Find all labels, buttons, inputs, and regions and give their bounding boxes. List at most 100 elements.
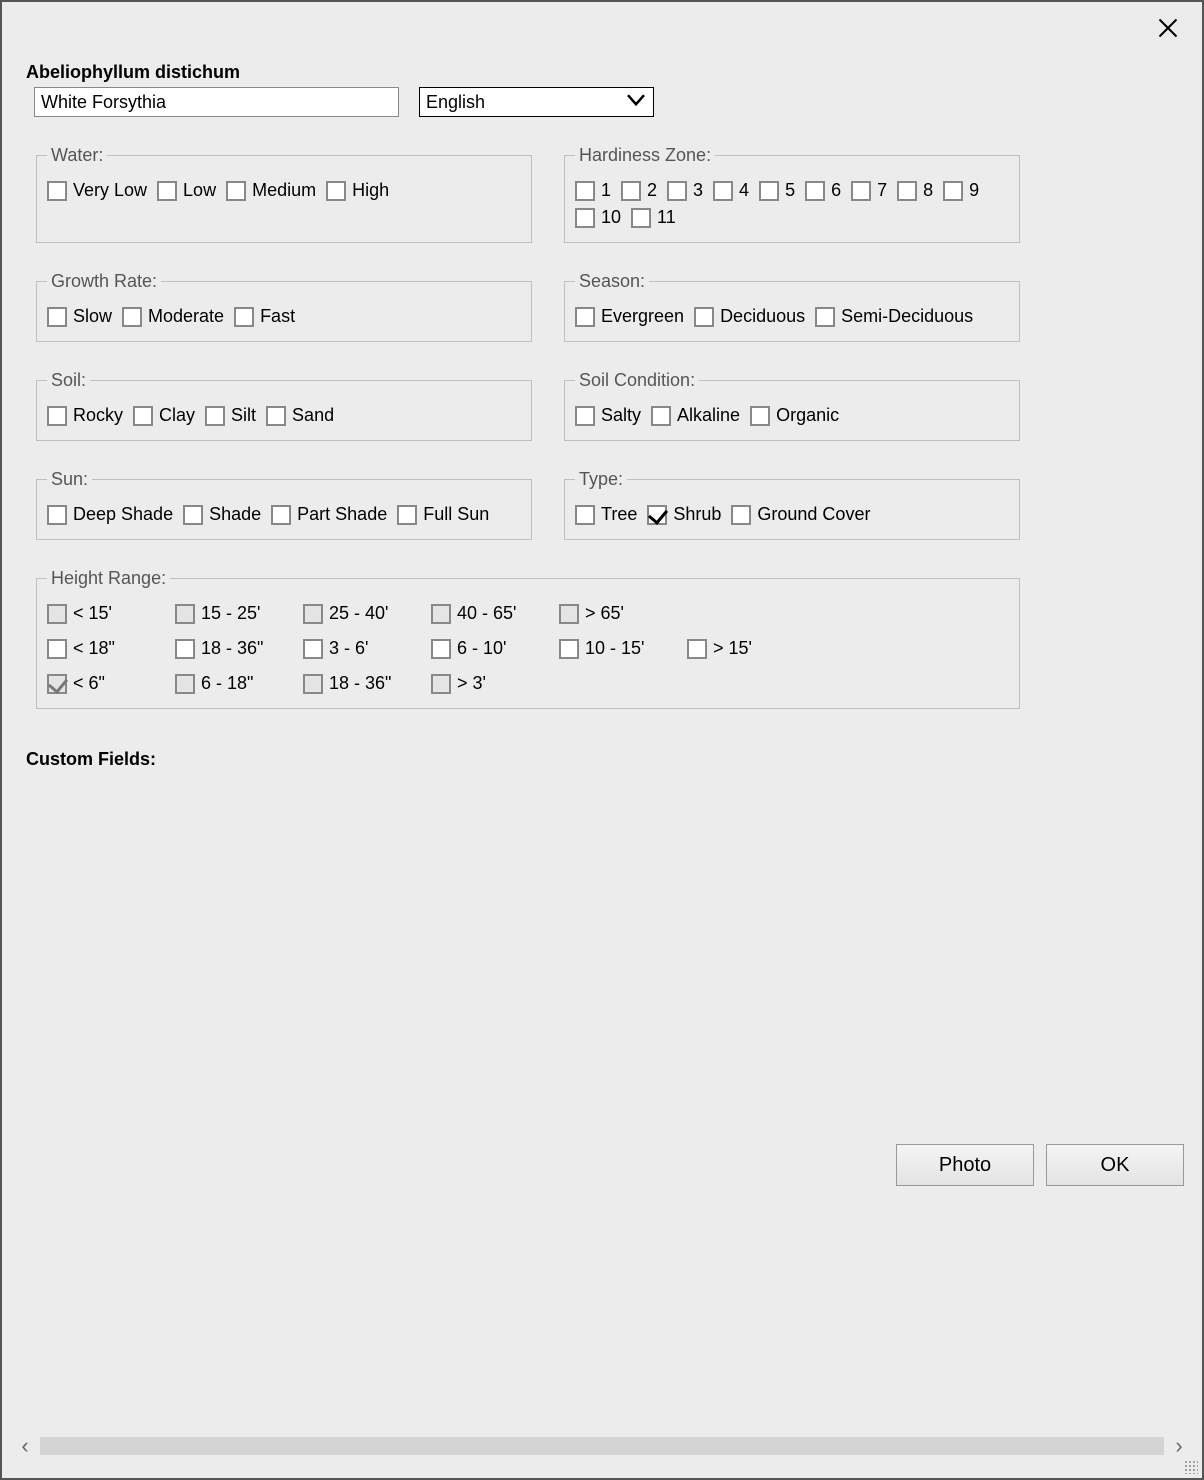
- checkbox-icon: [47, 639, 67, 659]
- option-soilcond-2[interactable]: Organic: [750, 405, 839, 426]
- checkbox-icon: [631, 208, 651, 228]
- checkbox-icon: [47, 674, 67, 694]
- checkbox-icon: [759, 181, 779, 201]
- option-label: 15 - 25': [201, 603, 260, 624]
- fieldset-height: Height Range:< 15'15 - 25'25 - 40'40 - 6…: [36, 568, 1020, 709]
- ok-button[interactable]: OK: [1046, 1144, 1184, 1186]
- checkbox-icon: [731, 505, 751, 525]
- option-label: Part Shade: [297, 504, 387, 525]
- option-height-r1-0[interactable]: < 18": [47, 638, 157, 659]
- option-label: > 3': [457, 673, 486, 694]
- option-label: Shade: [209, 504, 261, 525]
- option-soilcond-1[interactable]: Alkaline: [651, 405, 740, 426]
- option-label: 4: [739, 180, 749, 201]
- checkbox-icon: [651, 406, 671, 426]
- option-soil-1[interactable]: Clay: [133, 405, 195, 426]
- option-water-2[interactable]: Medium: [226, 180, 316, 201]
- option-water-3[interactable]: High: [326, 180, 389, 201]
- option-season-0[interactable]: Evergreen: [575, 306, 684, 327]
- checkbox-icon: [431, 639, 451, 659]
- checkbox-icon: [303, 639, 323, 659]
- resize-grip-icon[interactable]: [1184, 1460, 1198, 1474]
- checkbox-icon: [621, 181, 641, 201]
- option-hardiness-2[interactable]: 3: [667, 180, 703, 201]
- scroll-left-icon[interactable]: ‹: [14, 1435, 36, 1457]
- option-label: 5: [785, 180, 795, 201]
- option-label: 10 - 15': [585, 638, 644, 659]
- checkbox-icon: [271, 505, 291, 525]
- option-hardiness-9[interactable]: 10: [575, 207, 621, 228]
- option-sun-2[interactable]: Part Shade: [271, 504, 387, 525]
- option-hardiness-5[interactable]: 6: [805, 180, 841, 201]
- checkbox-icon: [226, 181, 246, 201]
- option-type-2[interactable]: Ground Cover: [731, 504, 870, 525]
- option-label: Moderate: [148, 306, 224, 327]
- checkbox-icon: [713, 181, 733, 201]
- option-label: Slow: [73, 306, 112, 327]
- legend-hardiness: Hardiness Zone:: [575, 145, 715, 166]
- checkbox-icon: [750, 406, 770, 426]
- option-soil-2[interactable]: Silt: [205, 405, 256, 426]
- option-hardiness-3[interactable]: 4: [713, 180, 749, 201]
- scrollbar-track[interactable]: [40, 1437, 1164, 1455]
- option-water-0[interactable]: Very Low: [47, 180, 147, 201]
- common-name-field[interactable]: [34, 87, 399, 117]
- option-height-r1-2[interactable]: 3 - 6': [303, 638, 413, 659]
- horizontal-scrollbar[interactable]: ‹ ›: [14, 1434, 1190, 1458]
- option-label: Salty: [601, 405, 641, 426]
- checkbox-icon: [667, 181, 687, 201]
- option-soil-3[interactable]: Sand: [266, 405, 334, 426]
- option-label: > 65': [585, 603, 624, 624]
- option-soil-0[interactable]: Rocky: [47, 405, 123, 426]
- option-hardiness-4[interactable]: 5: [759, 180, 795, 201]
- checkbox-icon: [47, 505, 67, 525]
- checkbox-icon: [647, 505, 667, 525]
- option-sun-1[interactable]: Shade: [183, 504, 261, 525]
- option-height-r0-1: 15 - 25': [175, 603, 285, 624]
- option-growth-1[interactable]: Moderate: [122, 306, 224, 327]
- option-height-r1-4[interactable]: 10 - 15': [559, 638, 669, 659]
- option-growth-0[interactable]: Slow: [47, 306, 112, 327]
- checkbox-icon: [694, 307, 714, 327]
- option-sun-3[interactable]: Full Sun: [397, 504, 489, 525]
- option-hardiness-10[interactable]: 11: [631, 207, 676, 228]
- photo-button[interactable]: Photo: [896, 1144, 1034, 1186]
- option-height-r1-5[interactable]: > 15': [687, 638, 797, 659]
- legend-soil: Soil:: [47, 370, 90, 391]
- option-season-2[interactable]: Semi-Deciduous: [815, 306, 973, 327]
- option-type-1[interactable]: Shrub: [647, 504, 721, 525]
- option-height-r1-1[interactable]: 18 - 36": [175, 638, 285, 659]
- fieldset-soil: Soil: Rocky Clay Silt Sand: [36, 370, 532, 441]
- checkbox-icon: [431, 604, 451, 624]
- language-select[interactable]: English: [420, 88, 653, 116]
- checkbox-icon: [47, 406, 67, 426]
- checkbox-icon: [47, 604, 67, 624]
- option-sun-0[interactable]: Deep Shade: [47, 504, 173, 525]
- option-growth-2[interactable]: Fast: [234, 306, 295, 327]
- option-hardiness-6[interactable]: 7: [851, 180, 887, 201]
- option-hardiness-1[interactable]: 2: [621, 180, 657, 201]
- option-label: Evergreen: [601, 306, 684, 327]
- option-soilcond-0[interactable]: Salty: [575, 405, 641, 426]
- option-height-r0-4: > 65': [559, 603, 669, 624]
- option-label: Deciduous: [720, 306, 805, 327]
- fieldset-type: Type:TreeShrubGround Cover: [564, 469, 1020, 540]
- option-water-1[interactable]: Low: [157, 180, 216, 201]
- legend-growth: Growth Rate:: [47, 271, 161, 292]
- option-label: < 18": [73, 638, 115, 659]
- option-label: > 15': [713, 638, 752, 659]
- scroll-right-icon[interactable]: ›: [1168, 1435, 1190, 1457]
- checkbox-icon: [326, 181, 346, 201]
- option-hardiness-0[interactable]: 1: [575, 180, 611, 201]
- checkbox-icon: [303, 674, 323, 694]
- checkbox-icon: [575, 406, 595, 426]
- option-label: 18 - 36": [201, 638, 263, 659]
- option-height-r1-3[interactable]: 6 - 10': [431, 638, 541, 659]
- option-label: Semi-Deciduous: [841, 306, 973, 327]
- option-hardiness-8[interactable]: 9: [943, 180, 979, 201]
- option-season-1[interactable]: Deciduous: [694, 306, 805, 327]
- checkbox-icon: [234, 307, 254, 327]
- option-type-0[interactable]: Tree: [575, 504, 637, 525]
- option-hardiness-7[interactable]: 8: [897, 180, 933, 201]
- close-icon[interactable]: [1154, 14, 1182, 42]
